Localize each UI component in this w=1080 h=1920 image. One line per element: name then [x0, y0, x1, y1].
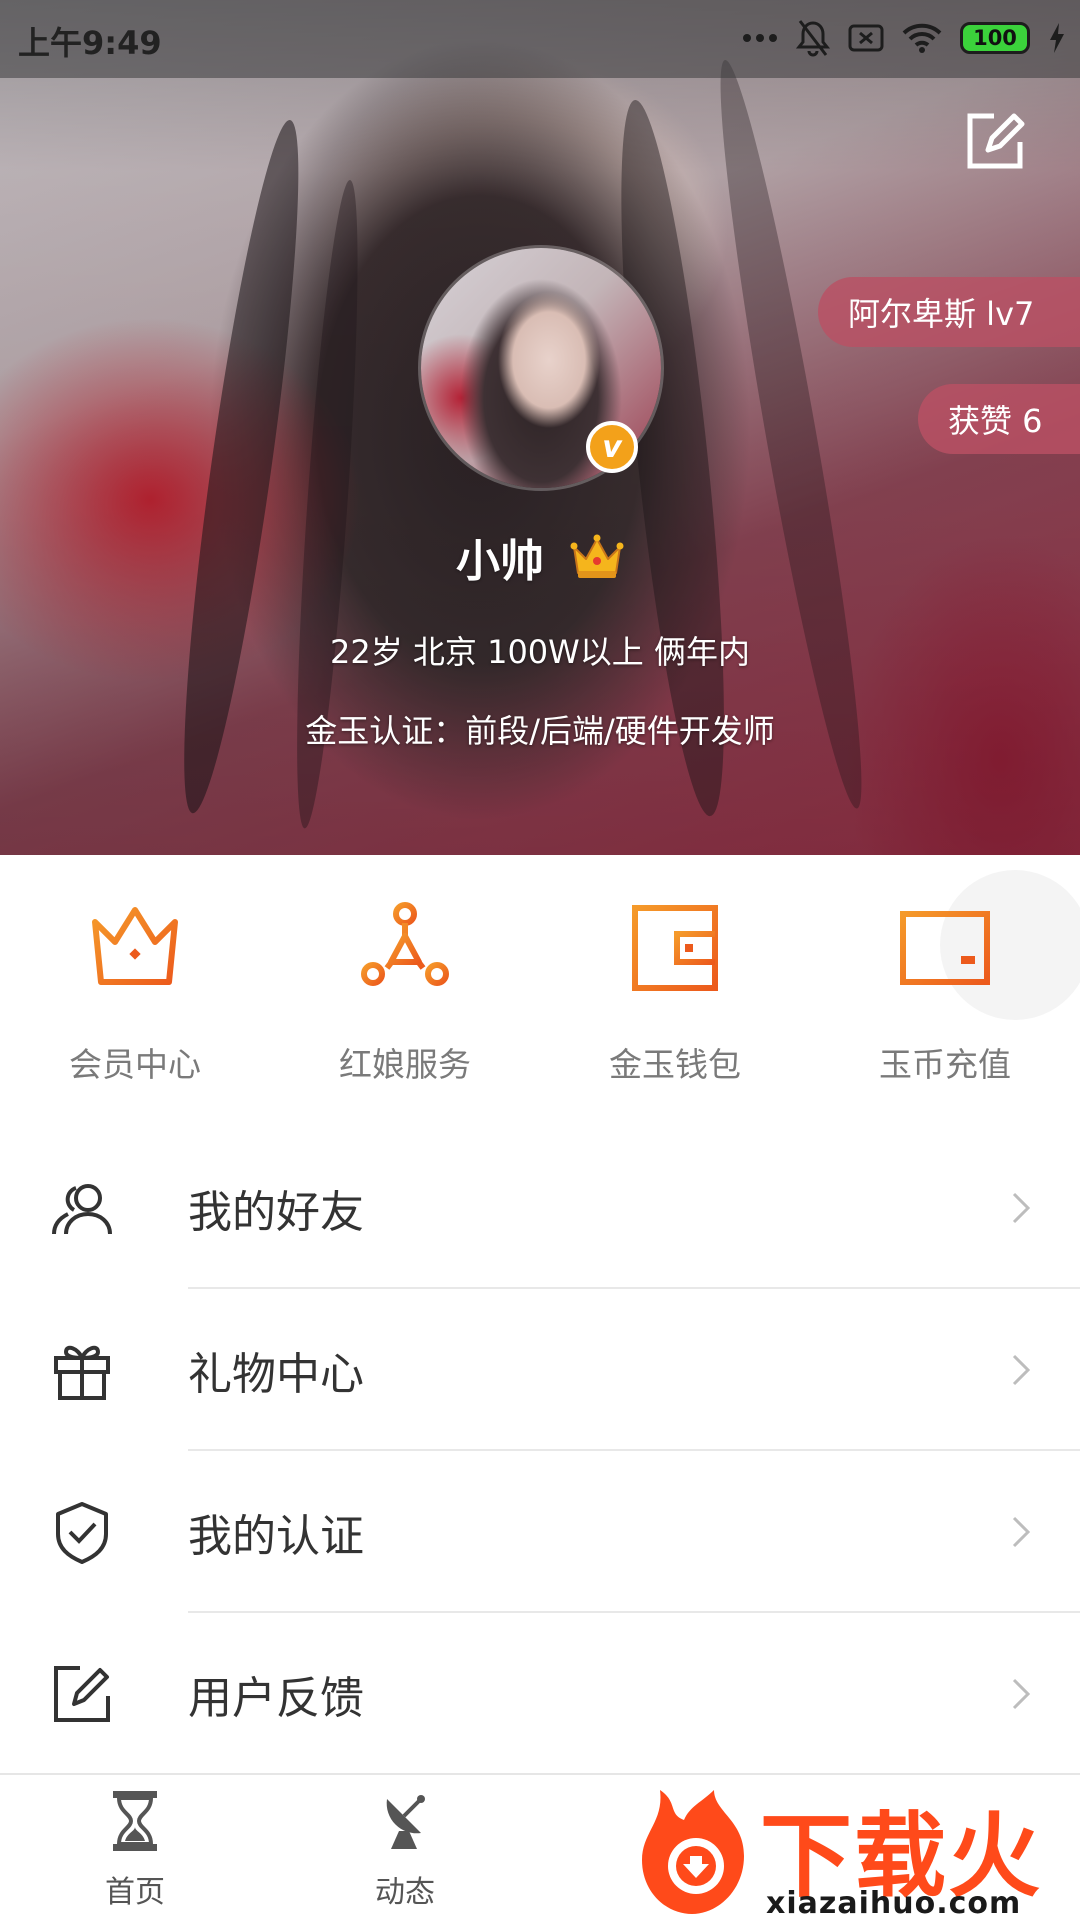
certification-info: 金玉认证：前段/后端/硬件开发师 — [305, 712, 775, 750]
menu-item-certification[interactable]: 我的认证 — [0, 1451, 1080, 1613]
crown-icon — [92, 907, 178, 985]
network-icon — [361, 902, 449, 986]
satellite-dish-icon — [386, 1795, 425, 1849]
gift-icon — [54, 1345, 110, 1400]
quick-actions: 会员中心 红娘服务 金玉钱包 玉币充值 — [0, 900, 1080, 1100]
watermark-url: xiazaihuo.com — [766, 1886, 1022, 1920]
shield-check-icon — [56, 1502, 108, 1564]
quick-action-label: 会员中心 — [69, 1045, 201, 1084]
chevron-right-icon — [1012, 1516, 1031, 1548]
flame-logo-icon — [642, 1790, 744, 1914]
friends-icon — [52, 1184, 112, 1235]
edit-icon — [967, 113, 1025, 169]
wifi-icon — [902, 22, 942, 54]
menu-item-label: 用户反馈 — [188, 1673, 364, 1724]
menu-item-label: 礼物中心 — [188, 1349, 364, 1400]
status-icons: 100 — [742, 16, 1066, 60]
battery-indicator: 100 — [960, 22, 1030, 54]
nav-tab-home[interactable]: 首页 — [0, 1789, 270, 1911]
wallet-icon — [632, 905, 718, 991]
status-time: 上午9:49 — [18, 24, 162, 62]
profile-page: 上午9:49 100 阿尔卑斯 lv7 获赞 6 v 小帅 22岁 北京 100… — [0, 0, 1080, 1920]
profile-cover-photo: 上午9:49 100 阿尔卑斯 lv7 获赞 6 v 小帅 22岁 北京 100… — [0, 0, 1080, 855]
crown-icon — [570, 534, 624, 578]
level-badge[interactable]: 阿尔卑斯 lv7 — [818, 277, 1080, 347]
settings-menu: 我的好友 礼物中心 我的认证 用户反馈 — [0, 1127, 1080, 1775]
no-sim-icon — [848, 22, 884, 54]
menu-item-label: 我的好友 — [188, 1187, 364, 1238]
chevron-right-icon — [1012, 1678, 1031, 1710]
edit-profile-button[interactable] — [964, 110, 1026, 172]
user-name: 小帅 — [456, 536, 544, 587]
hourglass-icon — [113, 1791, 157, 1851]
menu-item-feedback[interactable]: 用户反馈 — [0, 1613, 1080, 1775]
quick-action-matchmaker[interactable]: 红娘服务 — [270, 900, 540, 1100]
basic-info: 22岁 北京 100W以上 俩年内 — [330, 633, 750, 671]
quick-action-label: 红娘服务 — [339, 1045, 471, 1084]
verified-badge: v — [586, 421, 638, 473]
quick-action-recharge[interactable]: 玉币充值 — [810, 900, 1080, 1100]
quick-action-wallet[interactable]: 金玉钱包 — [540, 900, 810, 1100]
watermark: 下载火 xiazaihuo.com — [640, 1780, 1080, 1920]
chevron-right-icon — [1012, 1192, 1031, 1224]
charging-icon — [1048, 22, 1066, 54]
nav-tab-label: 动态 — [375, 1875, 435, 1910]
nav-tab-feed[interactable]: 动态 — [270, 1789, 540, 1911]
name-row: 小帅 — [0, 525, 1080, 589]
nav-tab-label: 首页 — [105, 1875, 165, 1910]
menu-item-label: 我的认证 — [188, 1511, 364, 1562]
more-dots-icon — [742, 33, 778, 43]
chevron-right-icon — [1012, 1354, 1031, 1386]
menu-item-friends[interactable]: 我的好友 — [0, 1127, 1080, 1289]
quick-action-label: 玉币充值 — [879, 1045, 1011, 1084]
menu-item-gift-center[interactable]: 礼物中心 — [0, 1289, 1080, 1451]
status-bar: 上午9:49 100 — [0, 0, 1080, 78]
quick-action-member-center[interactable]: 会员中心 — [0, 900, 270, 1100]
card-icon — [900, 911, 990, 985]
feedback-icon — [54, 1666, 110, 1722]
likes-badge[interactable]: 获赞 6 — [918, 384, 1080, 454]
quick-action-label: 金玉钱包 — [609, 1045, 741, 1084]
mute-bell-icon — [796, 19, 830, 57]
